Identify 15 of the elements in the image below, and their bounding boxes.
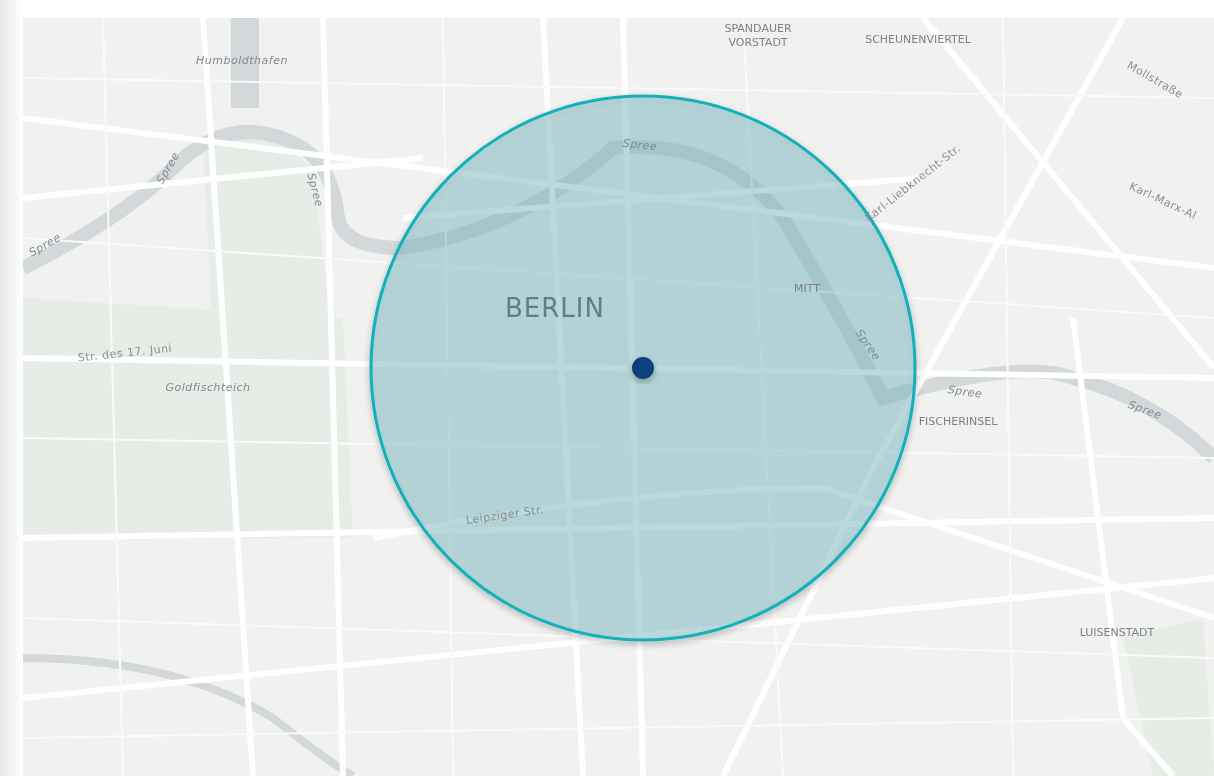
map-label: MITT [794, 282, 820, 296]
map-label: FISCHERINSEL [918, 415, 998, 429]
map-label: Spree [304, 171, 326, 209]
map-label: Goldfischteich [165, 380, 251, 394]
map-label: Humboldthafen [196, 53, 288, 67]
map-label: Leipziger Str. [465, 503, 545, 527]
map-label: Spree [622, 136, 658, 154]
map-label: Spree [947, 383, 983, 401]
location-marker[interactable] [632, 357, 654, 379]
map-label: Spree [1126, 398, 1164, 422]
map-label: SPANDAUER VORSTADT [723, 22, 793, 50]
map-label: LUISENSTADT [1079, 626, 1155, 640]
map-label: Str. des 17. Juni [77, 341, 173, 365]
map-label: BERLIN [505, 293, 605, 323]
map-label: SCHEUNENVIERTEL [865, 33, 971, 47]
